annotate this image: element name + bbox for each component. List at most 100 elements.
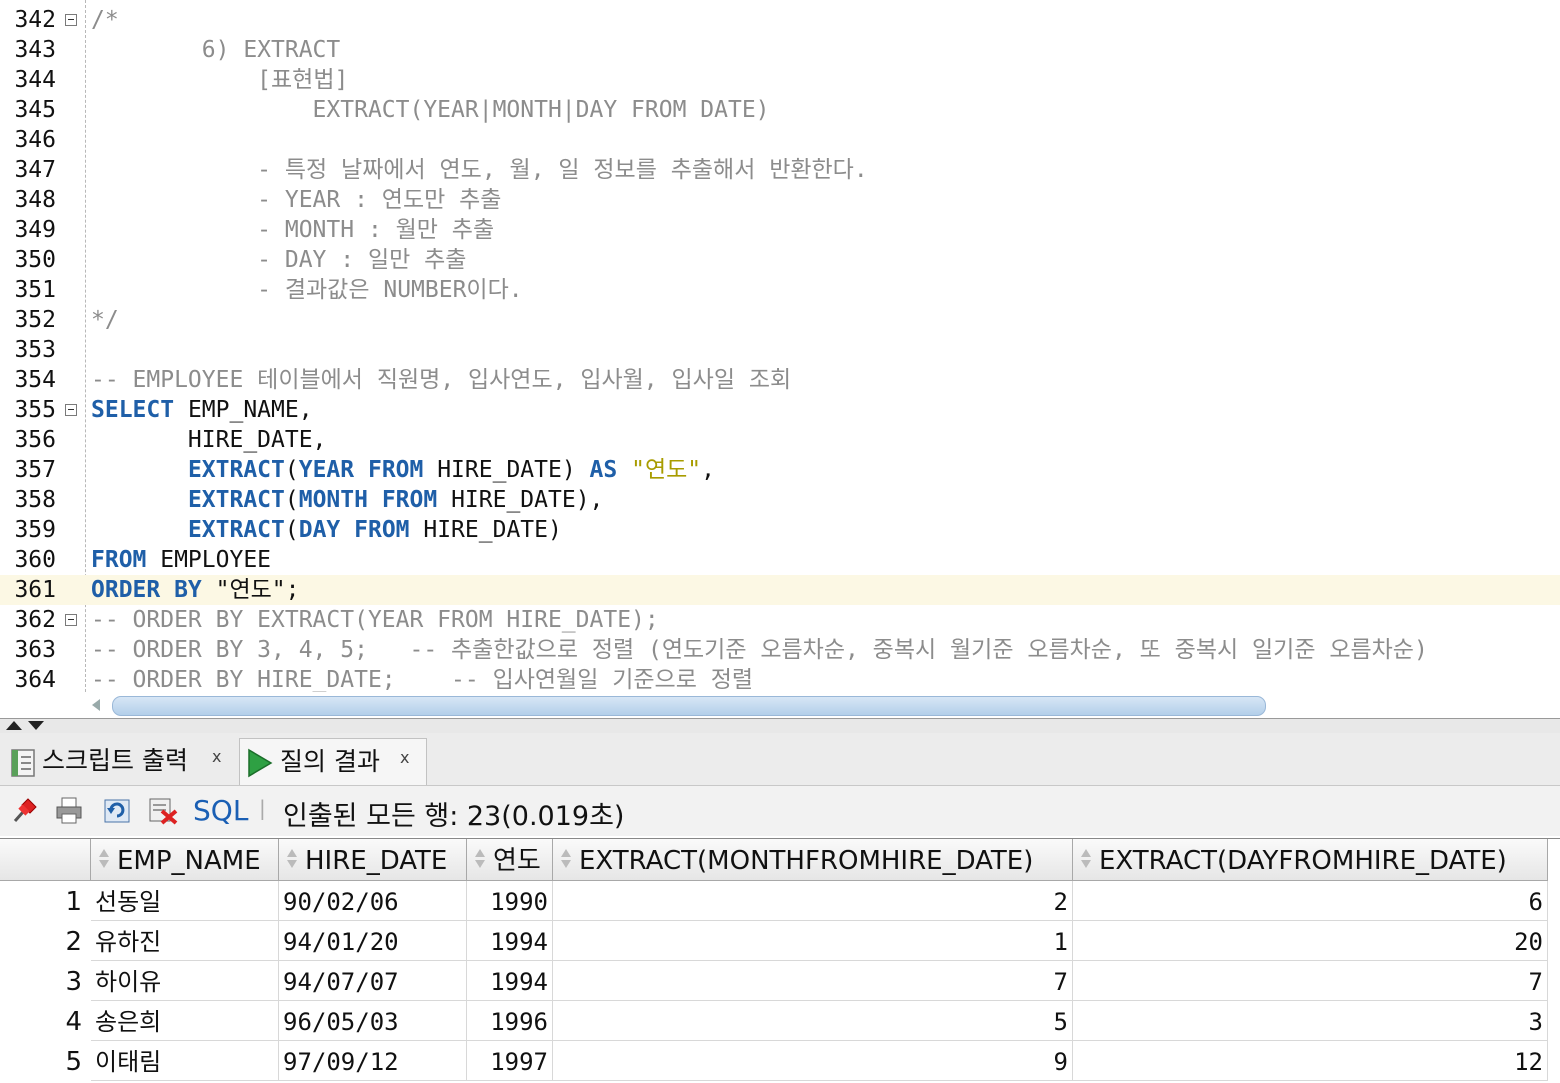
table-cell[interactable]: 2	[553, 881, 1073, 921]
code-line[interactable]: 351 - 결과값은 NUMBER이다.	[0, 275, 1560, 305]
collapse-down-icon[interactable]	[28, 721, 44, 730]
code-line[interactable]: 347 - 특정 날짜에서 연도, 월, 일 정보를 추출해서 반환한다.	[0, 155, 1560, 185]
column-header[interactable]: EMP_NAME	[91, 839, 279, 881]
code-line[interactable]: 364 -- ORDER BY HIRE_DATE; -- 입사연월일 기준으로 …	[0, 665, 1560, 692]
table-cell[interactable]: 1997	[467, 1041, 553, 1081]
refresh-icon[interactable]	[102, 795, 132, 825]
table-cell[interactable]: 1990	[467, 881, 553, 921]
table-cell[interactable]: 90/02/06	[279, 881, 467, 921]
scrollbar-thumb[interactable]	[112, 696, 1266, 716]
code-line[interactable]: 362 -- ORDER BY EXTRACT(YEAR FROM HIRE_DA…	[0, 605, 1560, 635]
sort-icon[interactable]	[559, 845, 573, 873]
sort-icon[interactable]	[285, 845, 299, 873]
line-number: 364	[14, 667, 56, 692]
sql-keyword: EXTRACT	[187, 487, 285, 513]
line-number: 346	[14, 127, 56, 153]
code-line[interactable]: 350 - DAY : 일만 추출	[0, 245, 1560, 275]
table-cell[interactable]: 7	[553, 961, 1073, 1001]
table-cell[interactable]: 1996	[467, 1001, 553, 1041]
column-header[interactable]: EXTRACT(DAYFROMHIRE_DATE)	[1073, 839, 1548, 881]
sql-token: EMP_NAME,	[174, 397, 313, 423]
code-text: - 결과값은 NUMBER이다.	[91, 275, 523, 305]
table-cell[interactable]: 유하진	[91, 921, 279, 961]
sort-icon[interactable]	[1079, 845, 1093, 873]
code-text: EXTRACT(YEAR|MONTH|DAY FROM DATE)	[91, 95, 770, 125]
row-number[interactable]: 1	[0, 881, 90, 921]
code-line[interactable]: 356 HIRE_DATE,	[0, 425, 1560, 455]
code-line[interactable]: 348 - YEAR : 연도만 추출	[0, 185, 1560, 215]
panel-splitter[interactable]	[0, 718, 1560, 734]
sql-editor[interactable]: 342/* 343 6) EXTRACT 344 [표현법] 345 EXTRACT(…	[0, 0, 1560, 692]
code-line[interactable]: 353	[0, 335, 1560, 365]
table-cell[interactable]: 94/01/20	[279, 921, 467, 961]
column-header-label: EXTRACT(MONTHFROMHIRE_DATE)	[579, 846, 1034, 876]
sql-comment: */	[91, 307, 119, 333]
line-number: 349	[14, 217, 56, 243]
clear-results-icon[interactable]	[148, 795, 178, 825]
table-cell[interactable]: 12	[1073, 1041, 1548, 1081]
close-icon[interactable]: x	[400, 735, 409, 781]
sort-icon[interactable]	[473, 845, 487, 873]
code-line[interactable]: 359 EXTRACT(DAY FROM HIRE_DATE)	[0, 515, 1560, 545]
table-cell[interactable]: 9	[553, 1041, 1073, 1081]
result-grid[interactable]: EMP_NAME HIRE_DATE 연도 EXTRACT(MONTHFROMHIRE…	[0, 838, 1560, 1081]
row-number[interactable]: 5	[0, 1041, 90, 1081]
table-cell[interactable]: 1994	[467, 921, 553, 961]
column-header[interactable]: EXTRACT(MONTHFROMHIRE_DATE)	[553, 839, 1073, 881]
line-number: 357	[14, 457, 56, 483]
code-line[interactable]: 343 6) EXTRACT	[0, 35, 1560, 65]
table-cell[interactable]: 3	[1073, 1001, 1548, 1041]
code-line[interactable]: 361 ORDER BY "연도";	[0, 575, 1560, 605]
code-line[interactable]: 355 SELECT EMP_NAME,	[0, 395, 1560, 425]
editor-horizontal-scrollbar[interactable]	[0, 692, 1560, 718]
table-cell[interactable]: 7	[1073, 961, 1548, 1001]
sql-keyword: FROM	[91, 547, 147, 573]
fold-toggle-icon[interactable]	[65, 404, 77, 416]
code-line[interactable]: 346	[0, 125, 1560, 155]
collapse-up-icon[interactable]	[6, 721, 22, 730]
line-number: 342	[14, 7, 56, 33]
tab-script-output[interactable]: 스크립트 출력 x	[6, 738, 238, 784]
code-line[interactable]: 358 EXTRACT(MONTH FROM HIRE_DATE),	[0, 485, 1560, 515]
scroll-left-icon[interactable]	[92, 699, 100, 711]
sql-link[interactable]: SQL	[193, 794, 248, 827]
code-line[interactable]: 357 EXTRACT(YEAR FROM HIRE_DATE) AS "연도"…	[0, 455, 1560, 485]
code-line[interactable]: 349 - MONTH : 월만 추출	[0, 215, 1560, 245]
table-cell[interactable]: 96/05/03	[279, 1001, 467, 1041]
fold-toggle-icon[interactable]	[65, 614, 77, 626]
tab-query-result[interactable]: 질의 결과 x	[239, 738, 427, 785]
sort-icon[interactable]	[97, 845, 111, 873]
column-header[interactable]: HIRE_DATE	[279, 839, 467, 881]
column-header[interactable]: 연도	[467, 839, 553, 881]
close-icon[interactable]: x	[212, 734, 221, 780]
fold-toggle-icon[interactable]	[65, 14, 77, 26]
code-line[interactable]: 360 FROM EMPLOYEE	[0, 545, 1560, 575]
code-line[interactable]: 342 /*	[0, 5, 1560, 35]
code-line[interactable]: 352 */	[0, 305, 1560, 335]
tab-label: 질의 결과	[280, 747, 380, 776]
table-cell[interactable]: 20	[1073, 921, 1548, 961]
print-icon[interactable]	[54, 795, 84, 825]
table-cell[interactable]: 1	[553, 921, 1073, 961]
code-line[interactable]: 344 [표현법]	[0, 65, 1560, 95]
table-cell[interactable]: 이태림	[91, 1041, 279, 1081]
table-cell[interactable]: 5	[553, 1001, 1073, 1041]
table-cell[interactable]: 1994	[467, 961, 553, 1001]
pin-icon[interactable]	[10, 795, 40, 825]
table-cell[interactable]: 6	[1073, 881, 1548, 921]
row-number[interactable]: 4	[0, 1001, 90, 1041]
row-number[interactable]: 2	[0, 921, 90, 961]
code-line[interactable]: 363 -- ORDER BY 3, 4, 5; -- 추출한값으로 정렬 (연도…	[0, 635, 1560, 665]
code-line[interactable]: 345 EXTRACT(YEAR|MONTH|DAY FROM DATE)	[0, 95, 1560, 125]
sql-comment: - 결과값은 NUMBER이다.	[91, 277, 523, 303]
play-icon	[248, 748, 273, 778]
row-number[interactable]: 3	[0, 961, 90, 1001]
table-cell[interactable]: 97/09/12	[279, 1041, 467, 1081]
table-cell[interactable]: 송은희	[91, 1001, 279, 1041]
table-cell[interactable]: 94/07/07	[279, 961, 467, 1001]
table-cell[interactable]: 하이유	[91, 961, 279, 1001]
table-cell[interactable]: 선동일	[91, 881, 279, 921]
toolbar-separator: |	[259, 796, 266, 820]
code-line[interactable]: 354 -- EMPLOYEE 테이블에서 직원명, 입사연도, 입사월, 입사일…	[0, 365, 1560, 395]
